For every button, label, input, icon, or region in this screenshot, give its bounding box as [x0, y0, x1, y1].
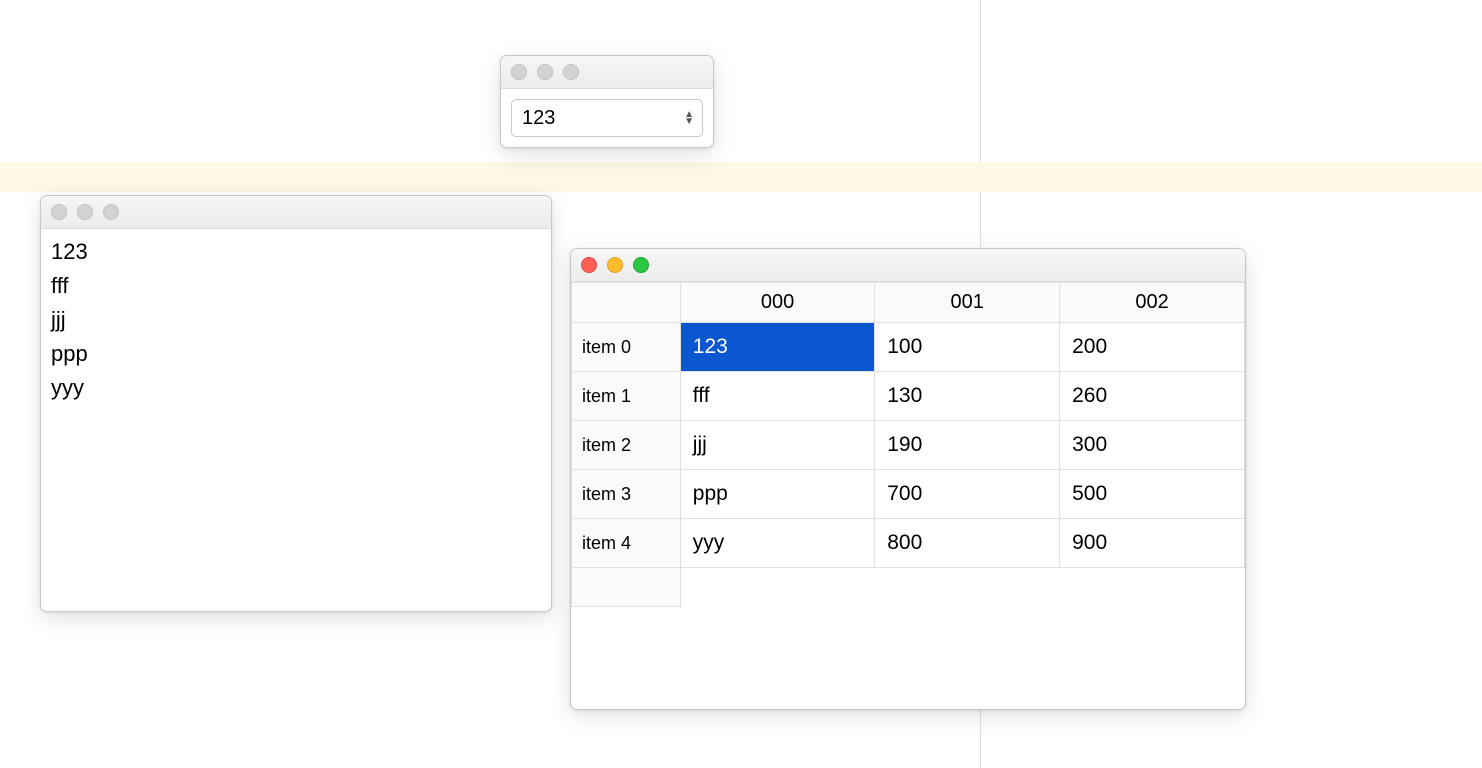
table-window-titlebar[interactable]	[571, 249, 1245, 282]
combo-value: 123	[522, 107, 555, 130]
list-item[interactable]: 123	[51, 235, 541, 269]
table-cell[interactable]: 260	[1060, 372, 1245, 421]
maximize-icon[interactable]	[103, 204, 119, 220]
table-cell[interactable]: yyy	[680, 519, 874, 568]
table-cell[interactable]: 900	[1060, 519, 1245, 568]
table-window: 000 001 002 item 0 123 100 200 item 1 ff…	[570, 248, 1246, 710]
list-window: 123 fff jjj ppp yyy	[40, 195, 552, 612]
combo-box[interactable]: 123 ▲▼	[511, 99, 703, 137]
combo-window: 123 ▲▼	[500, 55, 714, 148]
highlight-band	[0, 162, 1482, 192]
list-window-titlebar[interactable]	[41, 196, 551, 229]
list-item[interactable]: jjj	[51, 303, 541, 337]
table-empty-area	[680, 568, 1244, 607]
close-icon[interactable]	[51, 204, 67, 220]
row-header[interactable]: item 0	[572, 323, 681, 372]
data-table: 000 001 002 item 0 123 100 200 item 1 ff…	[571, 282, 1245, 607]
maximize-icon[interactable]	[563, 64, 579, 80]
column-header[interactable]: 002	[1060, 283, 1245, 323]
close-icon[interactable]	[511, 64, 527, 80]
table-row: item 1 fff 130 260	[572, 372, 1245, 421]
table-row: item 4 yyy 800 900	[572, 519, 1245, 568]
combo-window-titlebar[interactable]	[501, 56, 713, 89]
table-cell[interactable]: 200	[1060, 323, 1245, 372]
table-cell[interactable]: ppp	[680, 470, 874, 519]
table-row: item 0 123 100 200	[572, 323, 1245, 372]
list-item[interactable]: yyy	[51, 371, 541, 405]
close-icon[interactable]	[581, 257, 597, 273]
column-header[interactable]: 001	[875, 283, 1060, 323]
column-header[interactable]: 000	[680, 283, 874, 323]
list-item[interactable]: fff	[51, 269, 541, 303]
chevron-up-down-icon: ▲▼	[684, 111, 694, 125]
table-cell[interactable]: fff	[680, 372, 874, 421]
minimize-icon[interactable]	[607, 257, 623, 273]
list-item[interactable]: ppp	[51, 337, 541, 371]
table-row: item 3 ppp 700 500	[572, 470, 1245, 519]
table-cell[interactable]: 500	[1060, 470, 1245, 519]
table-cell[interactable]: 100	[875, 323, 1060, 372]
row-header[interactable]: item 2	[572, 421, 681, 470]
table-cell[interactable]: 190	[875, 421, 1060, 470]
list-body: 123 fff jjj ppp yyy	[41, 229, 551, 411]
row-header[interactable]: item 4	[572, 519, 681, 568]
table-cell[interactable]: 130	[875, 372, 1060, 421]
table-cell[interactable]: 800	[875, 519, 1060, 568]
table-corner	[572, 283, 681, 323]
table-cell[interactable]: 300	[1060, 421, 1245, 470]
table-cell[interactable]: 123	[680, 323, 874, 372]
table-cell[interactable]: jjj	[680, 421, 874, 470]
row-header[interactable]: item 1	[572, 372, 681, 421]
row-header[interactable]: item 3	[572, 470, 681, 519]
table-cell[interactable]: 700	[875, 470, 1060, 519]
maximize-icon[interactable]	[633, 257, 649, 273]
minimize-icon[interactable]	[537, 64, 553, 80]
row-header-blank	[572, 568, 681, 607]
minimize-icon[interactable]	[77, 204, 93, 220]
table-row: item 2 jjj 190 300	[572, 421, 1245, 470]
